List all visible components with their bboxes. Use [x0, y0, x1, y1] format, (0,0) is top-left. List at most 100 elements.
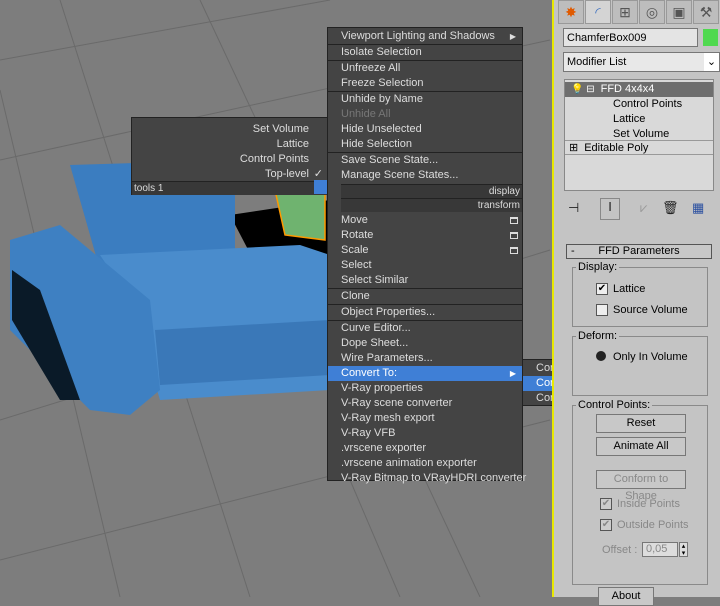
- pin-stack-icon[interactable]: ⊣: [568, 200, 579, 216]
- menu-item-unfreeze-all[interactable]: Unfreeze All: [328, 61, 522, 76]
- quad-header-display: display: [341, 184, 522, 198]
- tab-modify[interactable]: ◜: [585, 0, 611, 24]
- menu-item-label: Convert To:: [341, 367, 398, 379]
- menu-item-object-properties[interactable]: Object Properties...: [328, 305, 522, 320]
- menu-item-v-ray-mesh-export[interactable]: V-Ray mesh export: [328, 411, 522, 426]
- menu-item-label: V-Ray scene converter: [341, 397, 453, 409]
- source-volume-checkbox[interactable]: [596, 304, 608, 316]
- menu-item-label: .vrscene exporter: [341, 442, 426, 454]
- lattice-checkbox[interactable]: ✔: [596, 283, 608, 295]
- menu-item-label: Select Similar: [341, 274, 409, 286]
- menu-item-dope-sheet[interactable]: Dope Sheet...: [328, 336, 522, 351]
- menu-item-label: Set Volume: [252, 123, 309, 135]
- menu-item-label: Hide Unselected: [341, 123, 422, 135]
- menu-item-hide-unselected[interactable]: Hide Unselected: [328, 122, 522, 137]
- menu-item-freeze-selection[interactable]: Freeze Selection: [328, 76, 522, 91]
- menu-item-clone[interactable]: Clone: [328, 289, 522, 304]
- menu-item-v-ray-properties[interactable]: V-Ray properties: [328, 381, 522, 396]
- remove-modifier-icon[interactable]: 🗑: [662, 200, 679, 216]
- menu-item-scale[interactable]: Scale: [328, 243, 522, 258]
- menu-item-vrscene-exporter[interactable]: .vrscene exporter: [328, 441, 522, 456]
- menu-item-label: Wire Parameters...: [341, 352, 433, 364]
- menu-item-move[interactable]: Move: [328, 213, 522, 228]
- lattice-label: Lattice: [613, 283, 646, 295]
- spinner-arrows-icon[interactable]: ▴ ▾: [679, 542, 688, 557]
- menu-item-hide-selection[interactable]: Hide Selection: [328, 137, 522, 152]
- menu-item-wire-parameters[interactable]: Wire Parameters...: [328, 351, 522, 366]
- object-name-field[interactable]: ChamferBox009: [563, 28, 698, 47]
- animate-all-button[interactable]: Animate All: [596, 437, 686, 456]
- show-end-result-icon[interactable]: Ι: [600, 198, 620, 220]
- menu-item-label: V-Ray properties: [341, 382, 423, 394]
- tab-hierarchy[interactable]: ⊞: [612, 0, 638, 24]
- modifier-stack[interactable]: 💡 ⊟ FFD 4x4x4 Control Points Lattice Set Vol…: [564, 79, 714, 191]
- menu-item-vrscene-animation-exporter[interactable]: .vrscene animation exporter: [328, 456, 522, 471]
- stack-item-lattice[interactable]: Lattice: [565, 112, 713, 127]
- expand-icon[interactable]: ⊞: [569, 142, 578, 154]
- menu-item-select-similar[interactable]: Select Similar: [328, 273, 522, 288]
- tab-display[interactable]: ▣: [666, 0, 692, 24]
- settings-box-icon[interactable]: [510, 217, 518, 224]
- quad-item-top-level[interactable]: Top-level ✓: [132, 167, 327, 182]
- menu-item-select[interactable]: Select: [328, 258, 522, 273]
- quad-item-set-volume[interactable]: Set Volume: [132, 122, 327, 137]
- tab-utilities[interactable]: ⚒: [693, 0, 719, 24]
- only-in-volume-radio[interactable]: [596, 351, 606, 361]
- configure-modifier-sets-icon[interactable]: ▦: [692, 200, 704, 216]
- outside-points-checkbox[interactable]: ✔: [600, 519, 612, 531]
- modifier-list-dropdown[interactable]: Modifier List ⌄: [563, 52, 720, 72]
- offset-spinner[interactable]: 0,05: [642, 542, 678, 557]
- lightbulb-collapse-icon[interactable]: 💡 ⊟: [571, 84, 595, 95]
- menu-item-unhide-by-name[interactable]: Unhide by Name: [328, 92, 522, 107]
- stack-item-ffd-4x4x4[interactable]: 💡 ⊟ FFD 4x4x4: [565, 82, 713, 97]
- stack-item-editable-poly[interactable]: ⊞ Editable Poly: [565, 140, 713, 155]
- reset-button[interactable]: Reset: [596, 414, 686, 433]
- outside-points-label: Outside Points: [617, 519, 689, 531]
- quad-header-tools: tools 1: [132, 181, 327, 195]
- menu-item-label: Move: [341, 214, 368, 226]
- submenu-arrow-icon: ▶: [509, 369, 516, 378]
- menu-item-curve-editor[interactable]: Curve Editor...: [328, 321, 522, 336]
- menu-item-v-ray-vfb[interactable]: V-Ray VFB: [328, 426, 522, 441]
- menu-item-label: Hide Selection: [341, 138, 412, 150]
- settings-box-icon[interactable]: [510, 247, 518, 254]
- menu-item-viewport-lighting-and-shadows[interactable]: Viewport Lighting and Shadows ▶: [328, 29, 522, 44]
- menu-item-v-ray-scene-converter[interactable]: V-Ray scene converter: [328, 396, 522, 411]
- quad-item-control-points[interactable]: Control Points: [132, 152, 327, 167]
- menu-item-manage-scene-states[interactable]: Manage Scene States...: [328, 168, 522, 183]
- menu-item-label: Rotate: [341, 229, 374, 241]
- tab-create[interactable]: ✸: [558, 0, 584, 24]
- stack-item-label: Control Points: [613, 98, 683, 110]
- menu-item-rotate[interactable]: Rotate: [328, 228, 522, 243]
- deform-group: [572, 336, 708, 396]
- only-in-volume-label: Only In Volume: [613, 351, 688, 363]
- object-color-swatch[interactable]: [703, 29, 718, 46]
- inside-points-checkbox[interactable]: ✔: [600, 498, 612, 510]
- menu-item-unhide-all[interactable]: Unhide All: [328, 107, 522, 122]
- menu-item-save-scene-state[interactable]: Save Scene State...: [328, 153, 522, 168]
- menu-item-label: Save Scene State...: [341, 154, 439, 166]
- menu-item-label: Curve Editor...: [341, 322, 411, 334]
- menu-item-label: V-Ray VFB: [341, 427, 396, 439]
- make-unique-icon[interactable]: ⩗: [640, 200, 647, 216]
- stack-item-control-points[interactable]: Control Points: [565, 97, 713, 112]
- menu-item-label: Control Points: [239, 153, 309, 165]
- stack-toolbar: ⊣ Ι ⩗ 🗑 ▦: [564, 198, 714, 220]
- submenu-arrow-icon: ▶: [509, 32, 516, 41]
- quad-handle-tools[interactable]: [314, 180, 327, 194]
- menu-item-label: Freeze Selection: [341, 77, 424, 89]
- quad-item-lattice[interactable]: Lattice: [132, 137, 327, 152]
- chevron-down-icon: ⌄: [704, 53, 719, 71]
- settings-box-icon[interactable]: [510, 232, 518, 239]
- conform-to-shape-button[interactable]: Conform to Shape: [596, 470, 686, 502]
- command-panel: ✸ ◜ ⊞ ◎ ▣ ⚒ ChamferBox009 Modifier List ⌄ 💡 ⊟…: [552, 0, 720, 606]
- menu-item-label: Scale: [341, 244, 369, 256]
- ffd-rollout-header[interactable]: - FFD Parameters: [566, 244, 712, 259]
- menu-item-label: V-Ray Bitmap to VRayHDRI converter: [341, 472, 527, 484]
- menu-item-convert-to[interactable]: Convert To: ▶: [328, 366, 522, 381]
- menu-item-isolate-selection[interactable]: Isolate Selection: [328, 45, 522, 60]
- tab-motion[interactable]: ◎: [639, 0, 665, 24]
- quad-menu-tools: Set Volume Lattice Control Points Top-level…: [131, 117, 328, 195]
- menu-item-v-ray-bitmap-to-vrayhdri-converter[interactable]: V-Ray Bitmap to VRayHDRI converter: [328, 471, 526, 486]
- stack-item-label: Set Volume: [613, 128, 670, 140]
